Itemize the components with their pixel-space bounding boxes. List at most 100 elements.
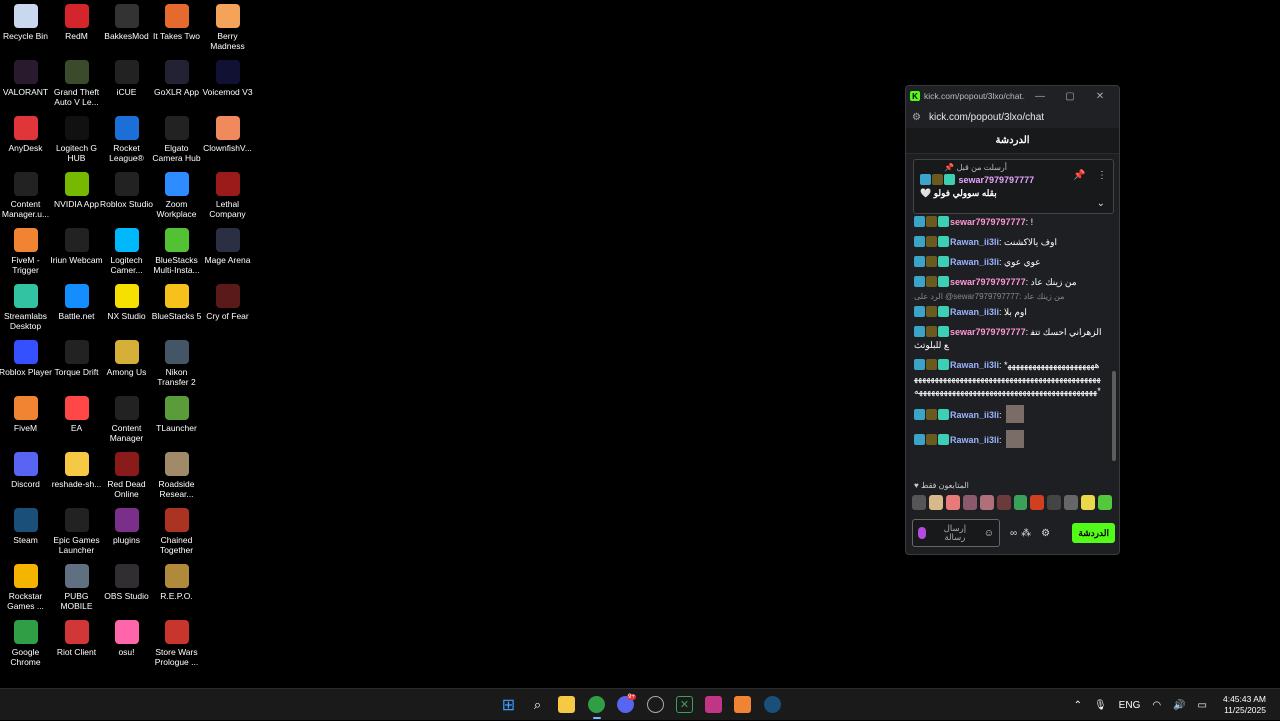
title-bar[interactable]: K kick.com/popout/3lxo/chat... — ▢ ✕	[906, 86, 1119, 106]
emoji-icon[interactable]: ☺	[984, 528, 994, 539]
pin-icon[interactable]: 📌	[1073, 170, 1085, 181]
mic-icon[interactable]: 🎙	[1094, 700, 1107, 711]
desktop-icon[interactable]: plugins	[101, 504, 152, 560]
desktop-icon[interactable]: Nikon Transfer 2	[151, 336, 202, 392]
desktop-icon[interactable]: Rocket League®	[101, 112, 152, 168]
pinned-message[interactable]: 📌 أرسلت من قبل sewar7979797777 🤍 ‎بقله س…	[913, 159, 1114, 214]
app-icon[interactable]	[647, 696, 664, 713]
desktop-icon[interactable]: RedM	[51, 0, 102, 56]
desktop-icon[interactable]: BakkesMod	[101, 0, 152, 56]
chat-message[interactable]: Rawan_ii3li: اوم بلا	[914, 306, 1103, 319]
emote-icon[interactable]	[1030, 495, 1045, 510]
desktop-icon[interactable]: Google Chrome	[0, 616, 51, 672]
desktop-icon[interactable]: Elgato Camera Hub	[151, 112, 202, 168]
send-chat-button[interactable]: الدردشة	[1072, 523, 1115, 543]
desktop-icon[interactable]: Battle.net	[51, 280, 102, 336]
wifi-icon[interactable]: ◠	[1152, 700, 1161, 711]
desktop-icon[interactable]: FiveM - Trigger	[0, 224, 51, 280]
desktop-icon[interactable]: Logitech G HUB	[51, 112, 102, 168]
chat-message[interactable]: sewar7979797777: !	[914, 216, 1103, 229]
fivem-icon[interactable]	[734, 696, 751, 713]
instagram-icon[interactable]	[705, 696, 722, 713]
chevron-down-icon[interactable]: ⌄	[1097, 198, 1105, 209]
chrome-icon[interactable]	[588, 696, 605, 713]
desktop-icon[interactable]: PUBG MOBILE	[51, 560, 102, 616]
emote-icon[interactable]	[1047, 495, 1062, 510]
chat-message[interactable]: Rawan_ii3li: *هههههههههههههههههههههههههه…	[914, 359, 1103, 398]
gear-icon[interactable]: ⚙	[1041, 528, 1050, 539]
desktop-icon[interactable]: NX Studio	[101, 280, 152, 336]
chat-username[interactable]: sewar7979797777	[950, 217, 1026, 227]
chat-message[interactable]: Rawan_ii3li: عوي عوي	[914, 256, 1103, 269]
emote-icon[interactable]	[1013, 495, 1028, 510]
desktop-icon[interactable]: Store Wars Prologue ...	[151, 616, 202, 672]
desktop-icon[interactable]: osu!	[101, 616, 152, 672]
desktop-icon[interactable]: Roadside Resear...	[151, 448, 202, 504]
clock[interactable]: 4:45:43 AM 11/25/2025	[1223, 694, 1266, 716]
chevron-up-icon[interactable]: ⌃	[1074, 700, 1082, 711]
chat-message[interactable]: sewar7979797777: من زينك عاد	[914, 276, 1103, 289]
chat-message[interactable]: sewar7979797777: الزهراني احسك تتفع للبل…	[914, 326, 1103, 352]
desktop-icon[interactable]: BlueStacks 5	[151, 280, 202, 336]
chat-username[interactable]: sewar7979797777	[950, 327, 1026, 337]
desktop-icon[interactable]: Discord	[0, 448, 51, 504]
desktop-icon[interactable]: Chained Together	[151, 504, 202, 560]
desktop-icon[interactable]: Red Dead Online	[101, 448, 152, 504]
file-explorer-icon[interactable]	[558, 696, 575, 713]
emote-icon[interactable]	[962, 495, 977, 510]
desktop-icon[interactable]: Content Manager	[101, 392, 152, 448]
desktop-icon[interactable]: iCUE	[101, 56, 152, 112]
desktop-icon[interactable]: R.E.P.O.	[151, 560, 202, 616]
scrollbar[interactable]	[1112, 216, 1117, 474]
chat-username[interactable]: Rawan_ii3li	[950, 237, 999, 247]
desktop-icon[interactable]: Zoom Workplace	[151, 168, 202, 224]
infinity-icon[interactable]: ∞	[1010, 528, 1017, 539]
language-indicator[interactable]: ENG	[1119, 700, 1141, 711]
desktop-icon[interactable]: Roblox Studio	[100, 168, 153, 224]
chat-username[interactable]: Rawan_ii3li	[950, 257, 999, 267]
desktop-icon[interactable]: Grand Theft Auto V Le...	[51, 56, 102, 112]
desktop-icon[interactable]: GoXLR App	[151, 56, 202, 112]
windows-start-icon[interactable]: ⊞	[500, 696, 517, 714]
desktop-icon[interactable]: Voicemod V3	[202, 56, 253, 112]
maximize-icon[interactable]: ▢	[1055, 91, 1085, 102]
chat-input[interactable]: إرسال رسالة ☺	[912, 519, 1000, 547]
desktop-icon[interactable]: Riot Client	[51, 616, 102, 672]
minimize-icon[interactable]: —	[1025, 91, 1055, 102]
mic-icon[interactable]	[918, 527, 926, 539]
desktop-icon[interactable]: Recycle Bin	[0, 0, 51, 56]
desktop-icon[interactable]: EA	[51, 392, 102, 448]
desktop-icon[interactable]: It Takes Two	[151, 0, 202, 56]
desktop-icon[interactable]: Streamlabs Desktop	[0, 280, 51, 336]
desktop-icon[interactable]: Steam	[0, 504, 51, 560]
chat-message[interactable]: Rawan_ii3li:	[914, 430, 1103, 448]
address-bar[interactable]: ⚙ kick.com/popout/3lxo/chat	[906, 106, 1119, 128]
emote-icon[interactable]	[945, 495, 960, 510]
desktop-icon[interactable]: Logitech Camer...	[101, 224, 152, 280]
desktop-icon[interactable]: Berry Madness	[202, 0, 253, 56]
desktop-icon[interactable]: Cry of Fear	[202, 280, 253, 336]
chat-message[interactable]: Rawan_ii3li: اوف يالاكشنت	[914, 236, 1103, 249]
message-list[interactable]: sewar7979797777: ! Rawan_ii3li: اوف يالاك…	[906, 216, 1111, 474]
desktop-icon[interactable]: Iriun Webcam	[50, 224, 103, 280]
desktop-icon[interactable]: ClownfishV...	[202, 112, 253, 168]
desktop-icon[interactable]: Content Manager.u...	[0, 168, 51, 224]
close-icon[interactable]: ✕	[1085, 91, 1115, 102]
emote-icon[interactable]	[1081, 495, 1096, 510]
desktop-icon[interactable]: AnyDesk	[0, 112, 51, 168]
chat-username[interactable]: Rawan_ii3li	[950, 435, 999, 445]
chat-username[interactable]: Rawan_ii3li	[950, 360, 999, 370]
desktop-icon[interactable]: VALORANT	[0, 56, 51, 112]
xbox-icon[interactable]: ✕	[676, 696, 693, 713]
desktop-icon[interactable]: reshade-sh...	[51, 448, 102, 504]
desktop-icon[interactable]: NVIDIA App	[51, 168, 102, 224]
chat-username[interactable]: Rawan_ii3li	[950, 410, 999, 420]
desktop-icon[interactable]: FiveM	[0, 392, 51, 448]
desktop-icon[interactable]: Epic Games Launcher	[51, 504, 102, 560]
desktop-icon[interactable]: Mage Arena	[202, 224, 253, 280]
desktop-icon[interactable]: Rockstar Games ...	[0, 560, 51, 616]
emote-icon[interactable]	[1064, 495, 1079, 510]
emote-icon[interactable]	[912, 495, 926, 510]
desktop-icon[interactable]: TLauncher	[151, 392, 202, 448]
steam-icon[interactable]	[764, 696, 781, 713]
